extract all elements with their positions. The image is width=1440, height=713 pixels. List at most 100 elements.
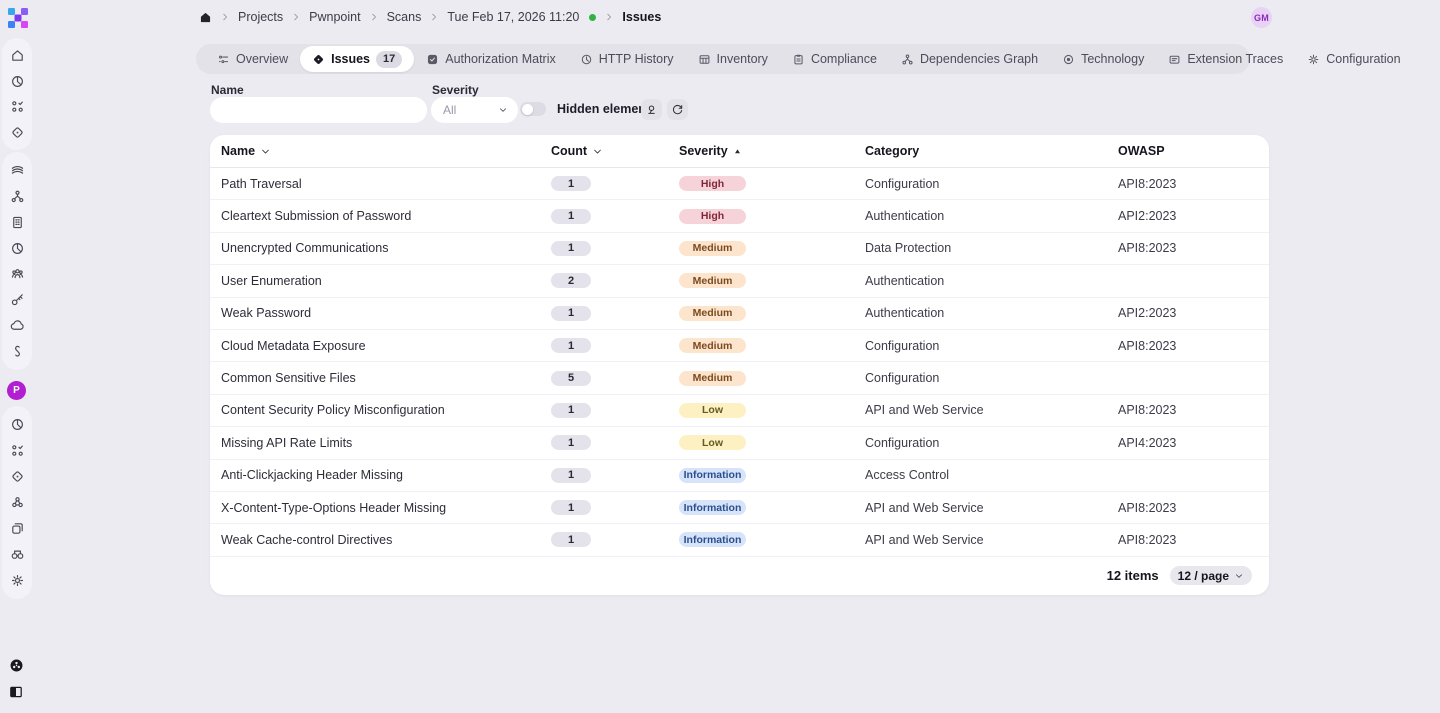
sidebar-toggle-icon[interactable]	[8, 684, 24, 700]
cluster-icon[interactable]	[10, 495, 25, 510]
issue-category: API and Web Service	[865, 501, 1118, 515]
column-label: Count	[551, 144, 587, 158]
breadcrumb-item[interactable]: Issues	[622, 10, 661, 24]
table-row[interactable]: Weak Cache-control Directives1Informatio…	[210, 524, 1269, 556]
chevron-right-icon	[604, 12, 614, 22]
user-avatar[interactable]: GM	[1251, 7, 1272, 28]
issue-category: Authentication	[865, 209, 1118, 223]
breadcrumb-item[interactable]: Scans	[387, 10, 422, 24]
graph-icon[interactable]	[10, 189, 25, 204]
project-avatar[interactable]: P	[7, 381, 26, 400]
users-icon[interactable]	[10, 266, 25, 281]
issue-owasp: API8:2023	[1118, 501, 1269, 515]
refresh-button[interactable]	[667, 99, 688, 120]
issues-table: NameCount SeverityCategoryOWASP Path Trav…	[210, 135, 1269, 595]
tab-configuration[interactable]: Configuration	[1295, 46, 1412, 72]
diamond-icon[interactable]	[10, 125, 25, 140]
severity-badge: Information	[679, 532, 746, 547]
column-header-owasp[interactable]: OWASP	[1118, 144, 1269, 158]
pie-chart-icon[interactable]	[10, 74, 25, 89]
page-size-value: 12 / page	[1178, 569, 1229, 583]
issue-category: Configuration	[865, 436, 1118, 450]
table-row[interactable]: Unencrypted Communications1MediumData Pr…	[210, 233, 1269, 265]
graph-icon	[901, 53, 914, 66]
column-header-severity[interactable]: Severity	[679, 144, 865, 158]
app-logo[interactable]	[8, 8, 28, 28]
scan-checks-icon[interactable]	[10, 443, 25, 458]
chevron-right-icon	[429, 12, 439, 22]
severity-filter-select[interactable]: All	[431, 97, 518, 123]
sidebar-group-middle	[2, 152, 32, 370]
hidden-elements-toggle[interactable]	[520, 102, 546, 116]
hook-icon[interactable]	[10, 344, 25, 359]
column-header-count[interactable]: Count	[551, 144, 679, 158]
diamond-icon[interactable]	[10, 469, 25, 484]
tags-icon[interactable]	[10, 521, 25, 536]
issue-name: Common Sensitive Files	[221, 371, 551, 385]
table-row[interactable]: Content Security Policy Misconfiguration…	[210, 395, 1269, 427]
home-solid-icon[interactable]	[199, 11, 212, 24]
tab-issues[interactable]: Issues 17	[300, 46, 414, 72]
key-icon[interactable]	[10, 292, 25, 307]
target-icon	[1062, 53, 1075, 66]
layers-icon[interactable]	[10, 163, 25, 178]
page-size-select[interactable]: 12 / page	[1170, 566, 1252, 585]
home-icon[interactable]	[10, 48, 25, 63]
tab-label: Inventory	[717, 52, 768, 66]
table-row[interactable]: X-Content-Type-Options Header Missing1In…	[210, 492, 1269, 524]
tab-extension-traces[interactable]: Extension Traces	[1156, 46, 1295, 72]
table-body: Path Traversal1HighConfigurationAPI8:202…	[210, 168, 1269, 557]
tab-inventory[interactable]: Inventory	[686, 46, 780, 72]
table-row[interactable]: Missing API Rate Limits1LowConfiguration…	[210, 427, 1269, 459]
issue-category: API and Web Service	[865, 533, 1118, 547]
pie-chart-icon[interactable]	[10, 241, 25, 256]
tab-technology[interactable]: Technology	[1050, 46, 1156, 72]
reel-icon[interactable]	[8, 657, 25, 674]
issue-owasp: API8:2023	[1118, 339, 1269, 353]
issue-name: Weak Cache-control Directives	[221, 533, 551, 547]
column-header-category[interactable]: Category	[865, 144, 1118, 158]
severity-filter-label: Severity	[432, 83, 479, 97]
count-badge: 1	[551, 338, 591, 353]
cloud-icon[interactable]	[10, 318, 25, 333]
table-row[interactable]: Cleartext Submission of Password1HighAut…	[210, 200, 1269, 232]
issue-name: Unencrypted Communications	[221, 241, 551, 255]
tab-compliance[interactable]: Compliance	[780, 46, 889, 72]
scan-checks-icon[interactable]	[10, 99, 25, 114]
tab-overview[interactable]: Overview	[205, 46, 300, 72]
name-filter-input[interactable]	[210, 97, 427, 123]
table-row[interactable]: Anti-Clickjacking Header Missing1Informa…	[210, 460, 1269, 492]
breadcrumb-item[interactable]: Projects	[238, 10, 283, 24]
pie-chart-icon[interactable]	[10, 417, 25, 432]
pin-button[interactable]	[641, 99, 662, 120]
column-label: OWASP	[1118, 144, 1165, 158]
tab-issues-count-badge: 17	[376, 51, 402, 68]
issue-category: Configuration	[865, 177, 1118, 191]
binoculars-icon[interactable]	[10, 547, 25, 562]
issue-category: Access Control	[865, 468, 1118, 482]
issue-name: Content Security Policy Misconfiguration	[221, 403, 551, 417]
issue-owasp: API8:2023	[1118, 241, 1269, 255]
building-icon[interactable]	[10, 215, 25, 230]
chevron-down-icon	[498, 105, 508, 115]
count-badge: 1	[551, 500, 591, 515]
chevron-right-icon	[220, 12, 230, 22]
tab-http-history[interactable]: HTTP History	[568, 46, 686, 72]
count-badge: 1	[551, 176, 591, 191]
column-header-name[interactable]: Name	[221, 144, 551, 158]
breadcrumb-item[interactable]: Pwnpoint	[309, 10, 360, 24]
table-row[interactable]: User Enumeration2MediumAuthentication	[210, 265, 1269, 297]
gear-icon[interactable]	[10, 573, 25, 588]
table-row[interactable]: Path Traversal1HighConfigurationAPI8:202…	[210, 168, 1269, 200]
items-count: 12 items	[1107, 568, 1159, 583]
table-row[interactable]: Common Sensitive Files5MediumConfigurati…	[210, 362, 1269, 394]
issue-owasp: API2:2023	[1118, 209, 1269, 223]
breadcrumb-item[interactable]: Tue Feb 17, 2026 11:20	[447, 10, 579, 24]
table-row[interactable]: Cloud Metadata Exposure1MediumConfigurat…	[210, 330, 1269, 362]
breadcrumb: Projects Pwnpoint Scans Tue Feb 17, 2026 11…	[199, 10, 661, 24]
tab-authorization-matrix[interactable]: Authorization Matrix	[414, 46, 567, 72]
tab-dependencies-graph[interactable]: Dependencies Graph	[889, 46, 1050, 72]
table-row[interactable]: Weak Password1MediumAuthenticationAPI2:2…	[210, 298, 1269, 330]
tab-label: Issues	[331, 52, 370, 66]
chevron-down-icon	[1234, 571, 1244, 581]
